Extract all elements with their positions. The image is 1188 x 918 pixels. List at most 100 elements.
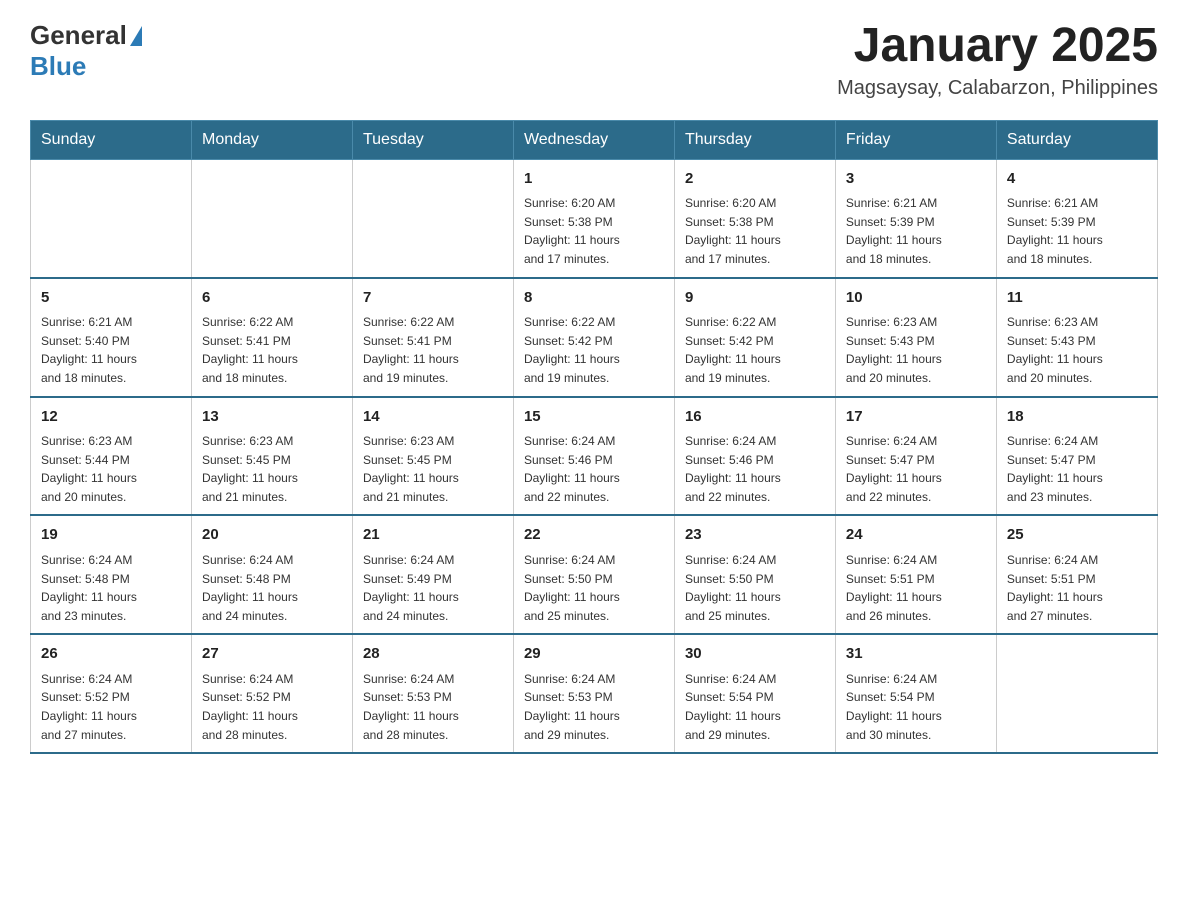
day-info: Sunrise: 6:24 AMSunset: 5:50 PMDaylight:…: [685, 551, 825, 625]
day-number: 24: [846, 524, 986, 547]
page-title: January 2025: [837, 20, 1158, 73]
col-tuesday: Tuesday: [352, 120, 513, 159]
day-number: 14: [363, 406, 503, 429]
calendar-week-row: 1 Sunrise: 6:20 AMSunset: 5:38 PMDaylight…: [31, 159, 1158, 277]
col-wednesday: Wednesday: [513, 120, 674, 159]
day-info: Sunrise: 6:24 AMSunset: 5:51 PMDaylight:…: [1007, 551, 1147, 625]
day-number: 18: [1007, 406, 1147, 429]
day-number: 4: [1007, 168, 1147, 191]
calendar-cell: 11Sunrise: 6:23 AMSunset: 5:43 PMDayligh…: [996, 278, 1157, 397]
day-info: Sunrise: 6:24 AMSunset: 5:51 PMDaylight:…: [846, 551, 986, 625]
calendar-header-row: Sunday Monday Tuesday Wednesday Thursday…: [31, 120, 1158, 159]
logo-blue-text: Blue: [30, 51, 86, 81]
calendar-cell: 24 Sunrise: 6:24 AMSunset: 5:51 PMDayligh…: [835, 515, 996, 634]
page-header: General Blue January 2025 Magsaysay, Cal…: [30, 20, 1158, 100]
day-number: 9: [685, 287, 825, 310]
calendar-cell: 16Sunrise: 6:24 AMSunset: 5:46 PMDayligh…: [674, 397, 835, 516]
calendar-cell: 29 Sunrise: 6:24 AMSunset: 5:53 PMDayligh…: [513, 634, 674, 753]
day-number: 31: [846, 643, 986, 666]
day-info: Sunrise: 6:21 AMSunset: 5:39 PMDaylight:…: [1007, 194, 1147, 268]
calendar-cell: 4 Sunrise: 6:21 AMSunset: 5:39 PMDaylight…: [996, 159, 1157, 277]
day-number: 2: [685, 168, 825, 191]
title-block: January 2025 Magsaysay, Calabarzon, Phil…: [837, 20, 1158, 100]
calendar-cell: 8Sunrise: 6:22 AMSunset: 5:42 PMDaylight…: [513, 278, 674, 397]
day-info: Sunrise: 6:21 AMSunset: 5:39 PMDaylight:…: [846, 194, 986, 268]
day-info: Sunrise: 6:24 AMSunset: 5:53 PMDaylight:…: [363, 670, 503, 744]
col-saturday: Saturday: [996, 120, 1157, 159]
calendar-cell: 31Sunrise: 6:24 AMSunset: 5:54 PMDayligh…: [835, 634, 996, 753]
day-number: 30: [685, 643, 825, 666]
calendar-cell: 19 Sunrise: 6:24 AMSunset: 5:48 PMDayligh…: [31, 515, 192, 634]
calendar-week-row: 26Sunrise: 6:24 AMSunset: 5:52 PMDayligh…: [31, 634, 1158, 753]
day-number: 3: [846, 168, 986, 191]
calendar-cell: [996, 634, 1157, 753]
day-info: Sunrise: 6:24 AMSunset: 5:52 PMDaylight:…: [41, 670, 181, 744]
calendar-cell: [31, 159, 192, 277]
calendar-table: Sunday Monday Tuesday Wednesday Thursday…: [30, 120, 1158, 754]
calendar-cell: 25Sunrise: 6:24 AMSunset: 5:51 PMDayligh…: [996, 515, 1157, 634]
col-thursday: Thursday: [674, 120, 835, 159]
day-info: Sunrise: 6:24 AMSunset: 5:52 PMDaylight:…: [202, 670, 342, 744]
calendar-cell: 9 Sunrise: 6:22 AMSunset: 5:42 PMDaylight…: [674, 278, 835, 397]
calendar-cell: 22Sunrise: 6:24 AMSunset: 5:50 PMDayligh…: [513, 515, 674, 634]
calendar-cell: 18Sunrise: 6:24 AMSunset: 5:47 PMDayligh…: [996, 397, 1157, 516]
col-monday: Monday: [191, 120, 352, 159]
day-number: 19: [41, 524, 181, 547]
col-sunday: Sunday: [31, 120, 192, 159]
day-info: Sunrise: 6:24 AMSunset: 5:48 PMDaylight:…: [41, 551, 181, 625]
calendar-cell: 15 Sunrise: 6:24 AMSunset: 5:46 PMDayligh…: [513, 397, 674, 516]
calendar-cell: 30Sunrise: 6:24 AMSunset: 5:54 PMDayligh…: [674, 634, 835, 753]
day-number: 27: [202, 643, 342, 666]
calendar-cell: [191, 159, 352, 277]
day-info: Sunrise: 6:20 AMSunset: 5:38 PMDaylight:…: [524, 194, 664, 268]
day-info: Sunrise: 6:22 AMSunset: 5:41 PMDaylight:…: [202, 313, 342, 387]
day-number: 21: [363, 524, 503, 547]
day-info: Sunrise: 6:22 AMSunset: 5:41 PMDaylight:…: [363, 313, 503, 387]
calendar-cell: 21 Sunrise: 6:24 AMSunset: 5:49 PMDayligh…: [352, 515, 513, 634]
day-info: Sunrise: 6:23 AMSunset: 5:43 PMDaylight:…: [1007, 313, 1147, 387]
day-number: 8: [524, 287, 664, 310]
day-info: Sunrise: 6:24 AMSunset: 5:50 PMDaylight:…: [524, 551, 664, 625]
day-number: 7: [363, 287, 503, 310]
day-info: Sunrise: 6:22 AMSunset: 5:42 PMDaylight:…: [685, 313, 825, 387]
day-number: 6: [202, 287, 342, 310]
calendar-cell: 17 Sunrise: 6:24 AMSunset: 5:47 PMDayligh…: [835, 397, 996, 516]
calendar-cell: 1 Sunrise: 6:20 AMSunset: 5:38 PMDaylight…: [513, 159, 674, 277]
calendar-body: 1 Sunrise: 6:20 AMSunset: 5:38 PMDaylight…: [31, 159, 1158, 753]
day-info: Sunrise: 6:24 AMSunset: 5:46 PMDaylight:…: [524, 432, 664, 506]
calendar-week-row: 19 Sunrise: 6:24 AMSunset: 5:48 PMDayligh…: [31, 515, 1158, 634]
day-number: 17: [846, 406, 986, 429]
day-info: Sunrise: 6:24 AMSunset: 5:49 PMDaylight:…: [363, 551, 503, 625]
col-friday: Friday: [835, 120, 996, 159]
calendar-cell: 14 Sunrise: 6:23 AMSunset: 5:45 PMDayligh…: [352, 397, 513, 516]
day-info: Sunrise: 6:21 AMSunset: 5:40 PMDaylight:…: [41, 313, 181, 387]
day-info: Sunrise: 6:23 AMSunset: 5:43 PMDaylight:…: [846, 313, 986, 387]
calendar-cell: 13Sunrise: 6:23 AMSunset: 5:45 PMDayligh…: [191, 397, 352, 516]
logo-triangle-icon: [130, 26, 142, 46]
day-info: Sunrise: 6:23 AMSunset: 5:45 PMDaylight:…: [202, 432, 342, 506]
day-info: Sunrise: 6:24 AMSunset: 5:53 PMDaylight:…: [524, 670, 664, 744]
calendar-cell: 20Sunrise: 6:24 AMSunset: 5:48 PMDayligh…: [191, 515, 352, 634]
page-subtitle: Magsaysay, Calabarzon, Philippines: [837, 77, 1158, 100]
calendar-cell: 12 Sunrise: 6:23 AMSunset: 5:44 PMDayligh…: [31, 397, 192, 516]
day-number: 29: [524, 643, 664, 666]
day-number: 20: [202, 524, 342, 547]
calendar-cell: [352, 159, 513, 277]
day-number: 5: [41, 287, 181, 310]
logo: General Blue: [30, 20, 142, 82]
day-number: 23: [685, 524, 825, 547]
calendar-cell: 28Sunrise: 6:24 AMSunset: 5:53 PMDayligh…: [352, 634, 513, 753]
calendar-cell: 6 Sunrise: 6:22 AMSunset: 5:41 PMDaylight…: [191, 278, 352, 397]
day-info: Sunrise: 6:23 AMSunset: 5:45 PMDaylight:…: [363, 432, 503, 506]
day-number: 15: [524, 406, 664, 429]
day-info: Sunrise: 6:23 AMSunset: 5:44 PMDaylight:…: [41, 432, 181, 506]
calendar-cell: 3 Sunrise: 6:21 AMSunset: 5:39 PMDaylight…: [835, 159, 996, 277]
day-number: 1: [524, 168, 664, 191]
day-info: Sunrise: 6:24 AMSunset: 5:47 PMDaylight:…: [846, 432, 986, 506]
day-number: 10: [846, 287, 986, 310]
day-number: 12: [41, 406, 181, 429]
day-number: 16: [685, 406, 825, 429]
calendar-week-row: 12 Sunrise: 6:23 AMSunset: 5:44 PMDayligh…: [31, 397, 1158, 516]
calendar-cell: 23 Sunrise: 6:24 AMSunset: 5:50 PMDayligh…: [674, 515, 835, 634]
calendar-cell: 10 Sunrise: 6:23 AMSunset: 5:43 PMDayligh…: [835, 278, 996, 397]
